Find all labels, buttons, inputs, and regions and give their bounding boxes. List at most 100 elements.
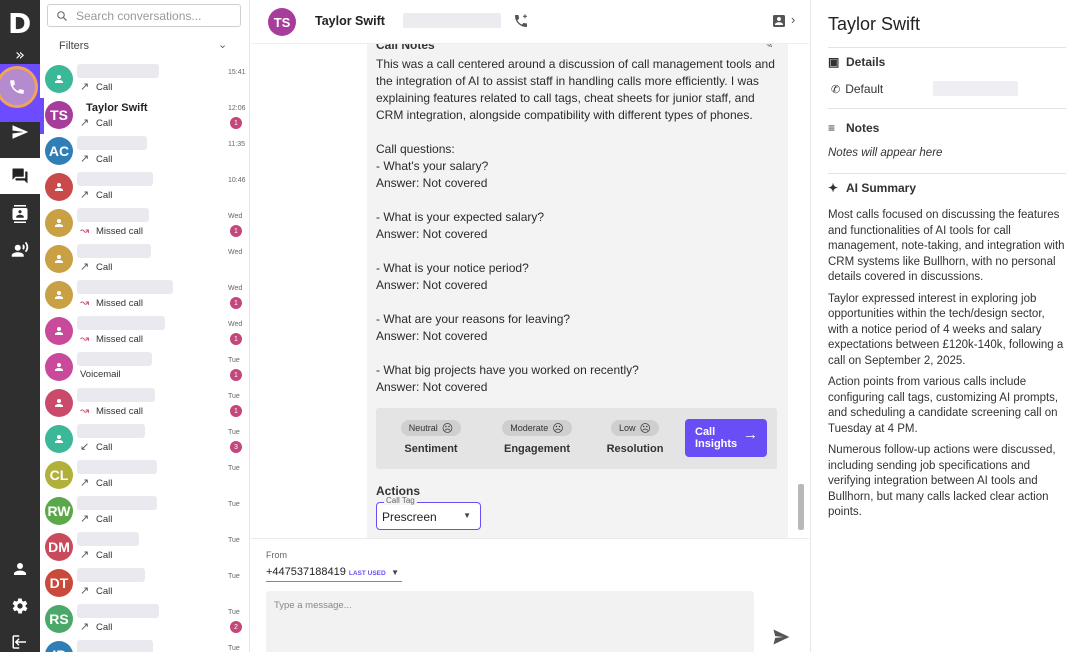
metric-engagement: Moderate ☹ Engagement bbox=[492, 420, 582, 455]
call-insights-button[interactable]: Call Insights → bbox=[685, 419, 767, 457]
conversation-time: Tue bbox=[228, 357, 240, 364]
from-number: +447537188419 bbox=[266, 566, 346, 578]
conversation-type: ↗ Call bbox=[80, 549, 112, 561]
neutral-face-icon: ☹ bbox=[552, 422, 564, 435]
person-icon bbox=[55, 219, 63, 227]
person-icon bbox=[55, 399, 63, 407]
summary-paragraph: Action points from various calls include… bbox=[828, 376, 1059, 435]
conversation-type-label: Missed call bbox=[96, 225, 143, 237]
arrow-right-icon: → bbox=[743, 426, 758, 443]
avatar: CL bbox=[45, 461, 73, 489]
edit-icon[interactable]: ✎ bbox=[764, 44, 773, 51]
from-number-select[interactable]: +447537188419 LAST USED ▼ bbox=[266, 566, 402, 582]
conversation-type-label: Call bbox=[96, 117, 113, 129]
avatar: DM bbox=[45, 533, 73, 561]
conversation-item[interactable]: ↝ Missed call Wed 1 bbox=[40, 206, 249, 242]
metric-pill: Neutral ☹ bbox=[400, 420, 462, 436]
conversation-item[interactable]: DT ↗ Call Tue bbox=[40, 566, 249, 602]
conversation-type-label: Call bbox=[96, 189, 113, 201]
redacted-number bbox=[403, 13, 501, 28]
avatar: RS bbox=[45, 605, 73, 633]
notes-paragraph: - What are your reasons for leaving? Ans… bbox=[376, 312, 571, 343]
contact-card-icon[interactable] bbox=[771, 13, 787, 29]
card-scrollbar[interactable] bbox=[798, 484, 804, 530]
ai-summary-heading: ✦ AI Summary bbox=[828, 181, 916, 195]
conversation-time: Tue bbox=[228, 645, 240, 652]
incoming-call-icon: ↙ bbox=[80, 441, 90, 453]
conversation-time: Wed bbox=[228, 321, 243, 328]
send-icon[interactable] bbox=[771, 627, 791, 647]
conversation-item[interactable]: IP↗CallTue bbox=[40, 638, 249, 652]
unread-badge: 2 bbox=[230, 621, 242, 633]
rail-settings-button[interactable] bbox=[0, 588, 40, 624]
redacted-number bbox=[933, 81, 1018, 96]
redacted-name bbox=[77, 640, 153, 652]
rail-logout-button[interactable] bbox=[0, 624, 40, 652]
contacts-icon bbox=[12, 205, 28, 223]
redacted-name bbox=[77, 568, 145, 582]
conversation-item[interactable]: ↝ Missed call Wed 1 bbox=[40, 314, 249, 350]
contact-name: Taylor Swift bbox=[86, 102, 148, 114]
search-icon bbox=[57, 10, 67, 21]
avatar bbox=[45, 317, 73, 345]
conversation-item[interactable]: DM ↗ Call Tue bbox=[40, 530, 249, 566]
conversation-item[interactable]: RS ↗ Call Tue 2 bbox=[40, 602, 249, 638]
contact-card-icon: ▣ bbox=[828, 55, 840, 69]
conversation-time: 12:06 bbox=[228, 105, 246, 112]
conversation-type: ↝ Missed call bbox=[80, 297, 143, 309]
missed-call-icon: ↝ bbox=[80, 225, 90, 237]
redacted-name bbox=[77, 532, 139, 546]
redacted-name bbox=[77, 460, 157, 474]
avatar: RW bbox=[45, 497, 73, 525]
conversation-item[interactable]: ↝ Missed call Wed 1 bbox=[40, 278, 249, 314]
conversation-list: Search conversations... Filters ⌄ ↗ Call 1… bbox=[40, 0, 250, 652]
missed-call-icon: ↝ bbox=[80, 405, 90, 417]
conversation-item[interactable]: ↗ Call 10:46 bbox=[40, 170, 249, 206]
filters-toggle[interactable]: Filters bbox=[59, 40, 89, 52]
rail-send-button[interactable] bbox=[0, 114, 40, 150]
rail-account-button[interactable] bbox=[0, 551, 40, 587]
outgoing-call-icon: ↗ bbox=[80, 153, 90, 165]
metric-resolution: Low ☹ Resolution bbox=[590, 420, 680, 455]
conversation-time: 11:35 bbox=[228, 141, 245, 148]
conversation-item[interactable]: ↝ Missed call Tue 1 bbox=[40, 386, 249, 422]
message-input[interactable]: Type a message... bbox=[266, 591, 754, 652]
redacted-name bbox=[77, 64, 159, 78]
avatar bbox=[45, 425, 73, 453]
conversation-time: 15:41 bbox=[228, 69, 246, 76]
conversation-item[interactable]: ↙ Call Tue 3 bbox=[40, 422, 249, 458]
redacted-name bbox=[77, 388, 155, 402]
notes-icon: ≡ bbox=[828, 121, 836, 135]
chat-icon bbox=[12, 168, 28, 184]
conversation-item[interactable]: CL ↗ Call Tue bbox=[40, 458, 249, 494]
chevron-down-icon[interactable]: ⌄ bbox=[218, 38, 227, 51]
missed-call-icon: ↝ bbox=[80, 297, 90, 309]
rail-voice-button[interactable] bbox=[0, 232, 40, 268]
caret-down-icon: ▼ bbox=[463, 511, 471, 520]
conversation-item[interactable]: AC ↗ Call 11:35 bbox=[40, 134, 249, 170]
call-icon[interactable] bbox=[513, 13, 529, 29]
conversation-item[interactable]: Voicemail Tue 1 bbox=[40, 350, 249, 386]
redacted-name bbox=[77, 604, 159, 618]
call-tag-select[interactable]: Call Tag Prescreen ▼ bbox=[376, 496, 481, 530]
summary-paragraph: Most calls focused on discussing the fea… bbox=[828, 209, 1065, 283]
conversation-item[interactable]: TS Taylor Swift ↗ Call 12:06 1 bbox=[40, 98, 249, 134]
rail-chats-button[interactable] bbox=[0, 158, 40, 194]
rail-contacts-button[interactable] bbox=[0, 196, 40, 232]
conversation-item[interactable]: RW ↗ Call Tue bbox=[40, 494, 249, 530]
redacted-name bbox=[77, 424, 145, 438]
conversation-item[interactable]: ↗ Call 15:41 bbox=[40, 62, 249, 98]
avatar bbox=[45, 281, 73, 309]
redacted-name bbox=[77, 496, 157, 510]
person-icon bbox=[55, 255, 63, 263]
logout-icon bbox=[12, 635, 26, 649]
metric-label: Sentiment bbox=[404, 443, 458, 455]
chevron-right-icon[interactable]: › bbox=[791, 12, 795, 27]
search-input[interactable]: Search conversations... bbox=[47, 4, 241, 27]
metric-pill: Low ☹ bbox=[611, 420, 659, 436]
conversation-type-label: Missed call bbox=[96, 405, 143, 417]
redacted-name bbox=[77, 244, 151, 258]
contact-details-panel: Taylor Swift ▣ Details ✆ Default ≡ Notes No… bbox=[810, 0, 1070, 652]
contact-name: Taylor Swift bbox=[315, 14, 385, 28]
conversation-item[interactable]: ↗ Call Wed bbox=[40, 242, 249, 278]
